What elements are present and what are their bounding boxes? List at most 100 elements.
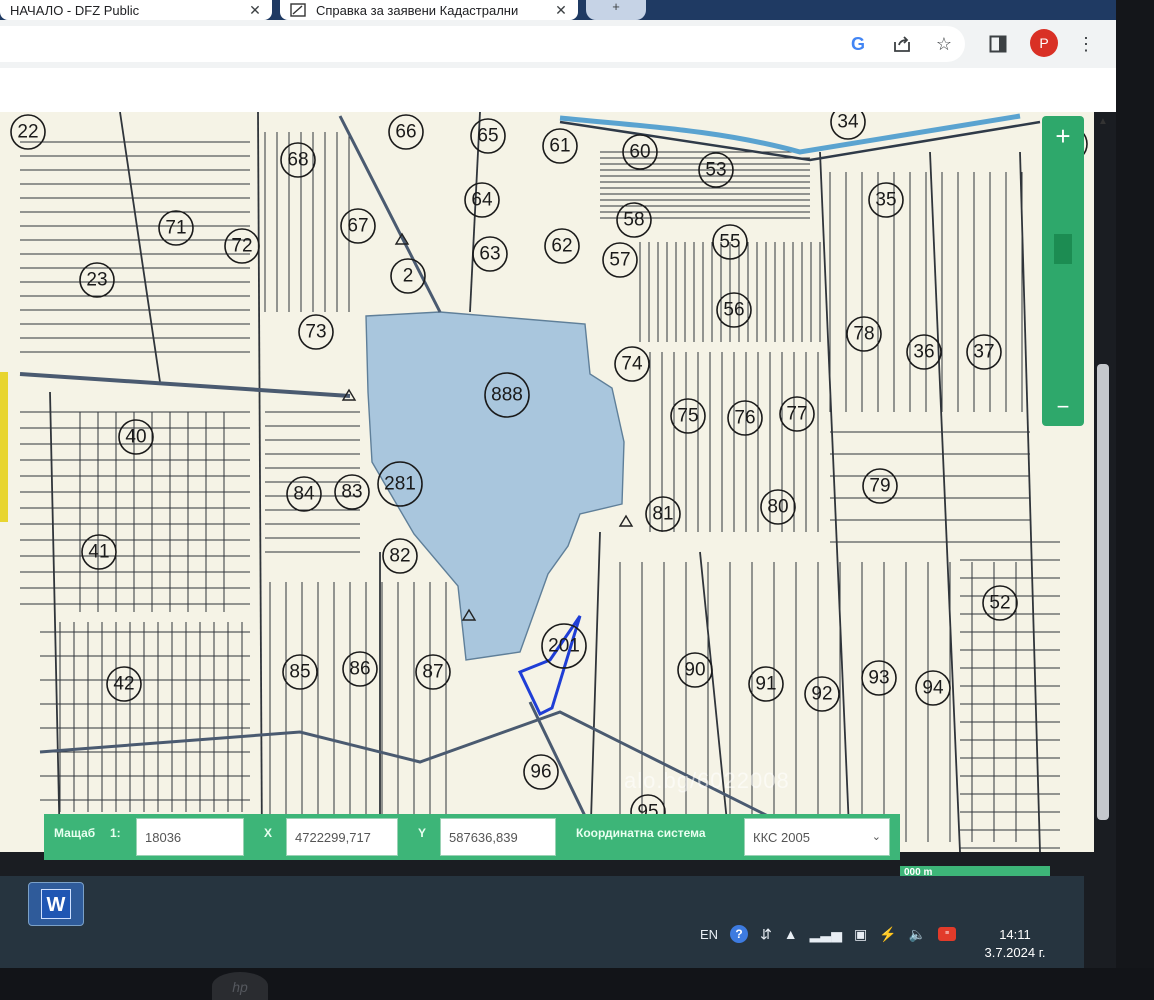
coord-system-select[interactable]: ККС 2005 ⌄: [744, 818, 890, 856]
parcel-marker-86[interactable]: 86: [342, 651, 378, 687]
parcel-marker-96[interactable]: 96: [523, 754, 559, 790]
parcel-marker-77[interactable]: 77: [779, 396, 815, 432]
help-icon[interactable]: ?: [730, 925, 749, 943]
parcel-number: 888: [491, 385, 523, 406]
parcel-marker-91[interactable]: 91: [748, 666, 784, 702]
parcel-marker-92[interactable]: 92: [804, 676, 840, 712]
tab-cadastral-report[interactable]: Справка за заявени Кадастрални ✕: [280, 0, 578, 20]
parcel-marker-73[interactable]: 73: [298, 314, 334, 350]
zoom-in-button[interactable]: +: [1042, 116, 1084, 156]
parcel-number: 78: [853, 324, 874, 345]
parcel-marker-61[interactable]: 61: [542, 128, 578, 164]
language-indicator[interactable]: EN: [700, 927, 718, 942]
parcel-marker-68[interactable]: 68: [280, 142, 316, 178]
parcel-marker-66[interactable]: 66: [388, 114, 424, 150]
show-hidden-icon[interactable]: ▲: [784, 926, 798, 942]
x-coordinate-field[interactable]: 4722299,717: [286, 818, 398, 856]
scale-input[interactable]: 18036: [136, 818, 244, 856]
star-icon[interactable]: ☆: [932, 32, 956, 56]
parcel-marker-72[interactable]: 72: [224, 228, 260, 264]
parcel-marker-87[interactable]: 87: [415, 654, 451, 690]
parcel-marker-94[interactable]: 94: [915, 670, 951, 706]
tab-home[interactable]: НАЧАЛО - DFZ Public ✕: [0, 0, 272, 20]
parcel-marker-90[interactable]: 90: [677, 652, 713, 688]
new-tab-button[interactable]: +: [586, 0, 646, 20]
survey-point-icon: [618, 514, 634, 527]
parcel-marker-57[interactable]: 57: [602, 242, 638, 278]
parcel-marker-65[interactable]: 65: [470, 118, 506, 154]
parcel-marker-81[interactable]: 81: [645, 496, 681, 532]
address-bar[interactable]: [0, 26, 965, 62]
close-icon[interactable]: ✕: [248, 2, 262, 19]
y-coordinate-field[interactable]: 587636,839: [440, 818, 556, 856]
volume-icon[interactable]: 🔈: [909, 926, 926, 943]
parcel-marker-40[interactable]: 40: [118, 419, 154, 455]
parcel-marker-34[interactable]: 34: [830, 112, 866, 140]
zoom-out-button[interactable]: −: [1042, 392, 1084, 426]
word-taskbar-button[interactable]: W: [28, 882, 84, 926]
antivirus-icon[interactable]: ≡: [938, 927, 957, 941]
system-tray: EN ? ⇵ ▲ ▂▃▅ ▣ ⚡ 🔈 ≡: [700, 920, 957, 948]
side-panel-icon[interactable]: [986, 32, 1010, 56]
x-label: X: [264, 826, 273, 840]
parcel-marker-78[interactable]: 78: [846, 316, 882, 352]
parcel-marker-85[interactable]: 85: [282, 654, 318, 690]
parcel-number: 94: [922, 678, 944, 699]
parcel-marker-83[interactable]: 83: [334, 474, 370, 510]
clock[interactable]: 14:11 3.7.2024 г.: [970, 926, 1060, 962]
parcel-number: 201: [548, 636, 580, 657]
parcel-marker-56[interactable]: 56: [716, 292, 752, 328]
parcel-marker-67[interactable]: 67: [340, 208, 376, 244]
parcel-number: 58: [623, 210, 644, 231]
zoom-slider[interactable]: [1054, 234, 1072, 264]
parcel-number: 56: [723, 300, 744, 321]
parcel-marker-42[interactable]: 42: [106, 666, 142, 702]
parcel-marker-93[interactable]: 93: [861, 660, 897, 696]
parcel-marker-75[interactable]: 75: [670, 398, 706, 434]
parcel-number: 77: [786, 404, 807, 425]
close-icon[interactable]: ✕: [554, 2, 568, 19]
parcel-marker-76[interactable]: 76: [727, 400, 763, 436]
menu-kebab-icon[interactable]: ⋮: [1074, 32, 1098, 56]
power-icon[interactable]: ⚡: [879, 926, 896, 943]
tray-flag-icon[interactable]: ⇵: [760, 926, 772, 943]
parcel-marker-82[interactable]: 82: [382, 538, 418, 574]
cadastral-map[interactable]: 2266656160343868537167643572263625855235…: [0, 112, 1094, 852]
taskbar: W EN ? ⇵ ▲ ▂▃▅ ▣ ⚡ 🔈 ≡ 14:11 3.7.2024 г.: [0, 876, 1084, 968]
parcel-marker-63[interactable]: 63: [472, 236, 508, 272]
parcel-marker-58[interactable]: 58: [616, 202, 652, 238]
network-signal-icon[interactable]: ▂▃▅: [810, 926, 842, 943]
page-scrollbar[interactable]: [1097, 364, 1109, 820]
parcel-number: 42: [113, 674, 134, 695]
parcel-marker-52[interactable]: 52: [982, 585, 1018, 621]
map-canvas[interactable]: 2266656160343868537167643572263625855235…: [0, 112, 1094, 852]
parcel-number: 84: [293, 484, 315, 505]
parcel-number: 72: [231, 236, 252, 257]
profile-avatar[interactable]: P: [1030, 29, 1058, 57]
parcel-number: 76: [734, 408, 755, 429]
parcel-marker-37[interactable]: 37: [966, 334, 1002, 370]
parcel-number: 35: [875, 190, 896, 211]
parcel-marker-74[interactable]: 74: [614, 346, 650, 382]
scroll-up-arrow[interactable]: ▲: [1096, 116, 1110, 127]
parcel-number: 2: [403, 266, 414, 287]
parcel-number: 36: [913, 342, 934, 363]
parcel-marker-35[interactable]: 35: [868, 182, 904, 218]
parcel-marker-62[interactable]: 62: [544, 228, 580, 264]
parcel-number: 68: [287, 150, 308, 171]
parcel-marker-64[interactable]: 64: [464, 182, 500, 218]
google-g-icon[interactable]: G: [846, 32, 870, 56]
parcel-number: 65: [477, 126, 498, 147]
parcel-number: 90: [684, 660, 705, 681]
side-tab[interactable]: [0, 372, 8, 522]
parcel-marker-2[interactable]: 2: [390, 258, 426, 294]
tray-app-icon[interactable]: ▣: [854, 926, 867, 943]
parcel-number: 74: [621, 354, 643, 375]
parcel-marker-201[interactable]: 201: [541, 623, 587, 669]
tab-strip: НАЧАЛО - DFZ Public ✕ Справка за заявени…: [0, 0, 1120, 20]
parcel-marker-80[interactable]: 80: [760, 489, 796, 525]
tab-cadastral-title: Справка за заявени Кадастрални: [316, 2, 519, 18]
parcel-marker-36[interactable]: 36: [906, 334, 942, 370]
parcel-marker-22[interactable]: 22: [10, 114, 46, 150]
share-icon[interactable]: [890, 32, 914, 56]
